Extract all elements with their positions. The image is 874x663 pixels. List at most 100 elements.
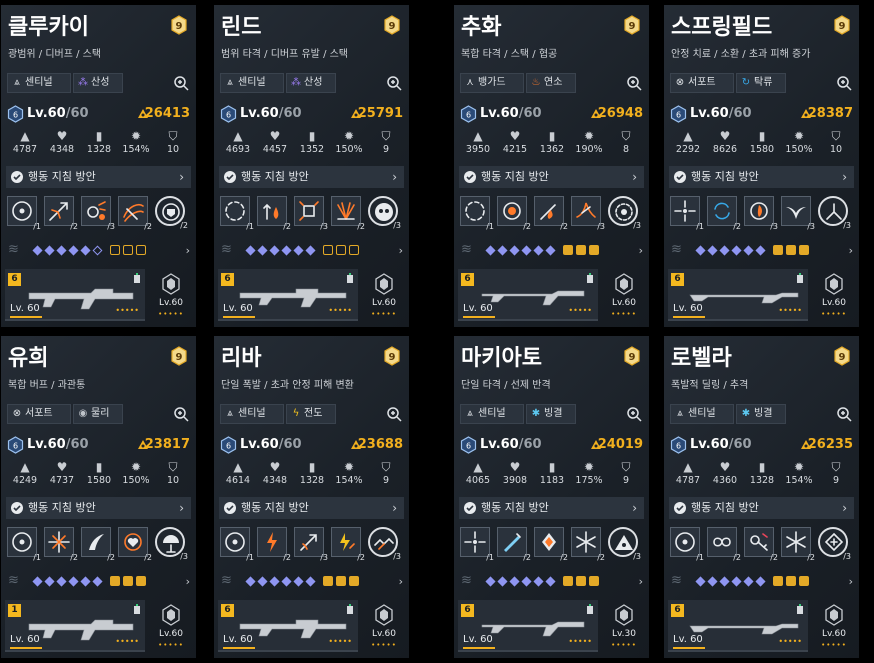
action-guide-button[interactable]: 행동 지침 방안 › (669, 497, 854, 519)
module-slot[interactable]: Lv.60 ••••• (149, 269, 193, 321)
zoom-in-icon[interactable] (626, 75, 642, 91)
skill-slot[interactable]: /3 (744, 196, 778, 231)
weapon-slot[interactable]: 1 Lv. 60 ••••• (5, 600, 145, 652)
skill-slot[interactable]: /2 (118, 527, 152, 562)
skill-slot[interactable]: /2 (44, 196, 78, 231)
skill-slot[interactable]: /3 (368, 527, 401, 561)
class-tag[interactable]: ⊗ 서포트 (7, 404, 71, 424)
weapon-slot[interactable]: 6 Lv. 60 ••••• (5, 269, 145, 321)
module-slot[interactable]: Lv.60 ••••• (812, 269, 856, 321)
action-guide-button[interactable]: 행동 지침 방안 › (6, 166, 191, 188)
class-tag[interactable]: ⩓ 센티널 (220, 73, 284, 93)
skill-slot[interactable]: /2 (707, 196, 741, 231)
element-tag[interactable]: ⁂ 산성 (73, 73, 123, 93)
potential-track[interactable]: ≋ › (669, 241, 855, 261)
class-tag[interactable]: ⩓ 센티널 (670, 404, 734, 424)
action-guide-button[interactable]: 행동 지침 방안 › (669, 166, 854, 188)
skill-slot[interactable]: /2 (331, 527, 365, 562)
class-tag[interactable]: ⋏ 뱅가드 (460, 73, 524, 93)
skill-slot[interactable]: /3 (81, 196, 115, 231)
skill-slot[interactable]: /2 (707, 527, 741, 562)
class-tag[interactable]: ⩓ 센티널 (7, 73, 71, 93)
action-guide-button[interactable]: 행동 지침 방안 › (219, 497, 404, 519)
element-tag[interactable]: ⁂ 산성 (286, 73, 336, 93)
class-tag[interactable]: ⩓ 센티널 (220, 404, 284, 424)
skill-slot[interactable]: /3 (608, 527, 641, 561)
skill-slot[interactable]: /1 (460, 527, 494, 562)
element-tag[interactable]: ✱ 빙결 (526, 404, 576, 424)
skill-slot[interactable]: /1 (220, 527, 254, 562)
skill-slot[interactable]: /3 (294, 527, 328, 562)
skill-slot[interactable]: /2 (331, 196, 365, 231)
module-slot[interactable]: Lv.60 ••••• (812, 600, 856, 652)
skill-slot[interactable]: /2 (497, 196, 531, 231)
weapon-slot[interactable]: 6 Lv. 60 ••••• (218, 600, 358, 652)
skill-slot[interactable]: /2 (534, 196, 568, 231)
weapon-slot[interactable]: 6 Lv. 60 ••••• (218, 269, 358, 321)
character-card[interactable]: 스프링필드 9 안정 치료 / 소환 / 초과 피해 증가 ⊗ 서포트 ↻ 탁류 6… (664, 5, 859, 327)
skill-slot[interactable]: /2 (257, 527, 291, 562)
skill-slot[interactable]: /2 (118, 196, 152, 231)
skill-slot[interactable]: /2 (534, 527, 568, 562)
potential-track[interactable]: ≋ › (6, 241, 192, 261)
skill-slot[interactable]: /2 (781, 527, 815, 562)
weapon-slot[interactable]: 6 Lv. 60 ••••• (668, 269, 808, 321)
character-card[interactable]: 리바 9 단일 폭발 / 초과 안정 피해 변환 ⩓ 센티널 ϟ 전도 6 Lv.6… (214, 336, 409, 658)
skill-slot[interactable]: /3 (155, 527, 188, 561)
potential-track[interactable]: ≋ › (459, 241, 645, 261)
character-card[interactable]: 마키아토 9 단일 타격 / 선제 반격 ⩓ 센티널 ✱ 빙결 6 Lv.60/60… (454, 336, 649, 658)
weapon-slot[interactable]: 6 Lv. 60 ••••• (458, 269, 598, 321)
element-tag[interactable]: ◉ 물리 (73, 404, 123, 424)
skill-slot[interactable]: /2 (81, 527, 115, 562)
potential-track[interactable]: ≋ › (219, 572, 405, 592)
zoom-in-icon[interactable] (386, 406, 402, 422)
element-tag[interactable]: ✱ 빙결 (736, 404, 786, 424)
skill-slot[interactable]: /3 (294, 196, 328, 231)
zoom-in-icon[interactable] (173, 75, 189, 91)
class-tag[interactable]: ⩓ 센티널 (460, 404, 524, 424)
skill-slot[interactable]: /2 (744, 527, 778, 562)
zoom-in-icon[interactable] (626, 406, 642, 422)
module-slot[interactable]: Lv.60 ••••• (362, 600, 406, 652)
zoom-in-icon[interactable] (386, 75, 402, 91)
weapon-slot[interactable]: 6 Lv. 60 ••••• (668, 600, 808, 652)
module-slot[interactable]: Lv.60 ••••• (602, 269, 646, 321)
skill-slot[interactable]: /3 (781, 196, 815, 231)
action-guide-button[interactable]: 행동 지침 방안 › (219, 166, 404, 188)
character-card[interactable]: 추화 9 복합 타격 / 스택 / 협공 ⋏ 뱅가드 ♨ 연소 6 Lv.60/60… (454, 5, 649, 327)
zoom-in-icon[interactable] (836, 406, 852, 422)
skill-slot[interactable]: /3 (818, 527, 851, 561)
module-slot[interactable]: Lv.30 ••••• (602, 600, 646, 652)
element-tag[interactable]: ϟ 전도 (286, 404, 336, 424)
weapon-slot[interactable]: 6 Lv. 60 ••••• (458, 600, 598, 652)
skill-slot[interactable]: /1 (220, 196, 254, 231)
skill-slot[interactable]: /3 (571, 196, 605, 231)
zoom-in-icon[interactable] (173, 406, 189, 422)
potential-track[interactable]: ≋ › (669, 572, 855, 592)
action-guide-button[interactable]: 행동 지침 방안 › (459, 166, 644, 188)
module-slot[interactable]: Lv.60 ••••• (149, 600, 193, 652)
skill-slot[interactable]: /3 (368, 196, 401, 230)
skill-slot[interactable]: /1 (670, 196, 704, 231)
potential-track[interactable]: ≋ › (219, 241, 405, 261)
skill-slot[interactable]: /2 (257, 196, 291, 231)
skill-slot[interactable]: /3 (608, 196, 641, 230)
skill-slot[interactable]: /3 (818, 196, 851, 230)
skill-slot[interactable]: /1 (7, 196, 41, 231)
skill-slot[interactable]: /2 (571, 527, 605, 562)
potential-track[interactable]: ≋ › (6, 572, 192, 592)
module-slot[interactable]: Lv.60 ••••• (362, 269, 406, 321)
potential-track[interactable]: ≋ › (459, 572, 645, 592)
skill-slot[interactable]: /2 (497, 527, 531, 562)
character-card[interactable]: 유희 9 복합 버프 / 과관통 ⊗ 서포트 ◉ 물리 6 Lv.60/60 238… (1, 336, 196, 658)
zoom-in-icon[interactable] (836, 75, 852, 91)
skill-slot[interactable]: /2 (44, 527, 78, 562)
skill-slot[interactable]: /1 (7, 527, 41, 562)
element-tag[interactable]: ↻ 탁류 (736, 73, 786, 93)
skill-slot[interactable]: /1 (460, 196, 494, 231)
character-card[interactable]: 로벨라 9 폭발적 딜링 / 추격 ⩓ 센티널 ✱ 빙결 6 Lv.60/60 26… (664, 336, 859, 658)
character-card[interactable]: 린드 9 범위 타격 / 디버프 유발 / 스택 ⩓ 센티널 ⁂ 산성 6 Lv.6… (214, 5, 409, 327)
element-tag[interactable]: ♨ 연소 (526, 73, 576, 93)
character-card[interactable]: 클루카이 9 광범위 / 디버프 / 스택 ⩓ 센티널 ⁂ 산성 6 Lv.60/6… (1, 5, 196, 327)
action-guide-button[interactable]: 행동 지침 방안 › (6, 497, 191, 519)
